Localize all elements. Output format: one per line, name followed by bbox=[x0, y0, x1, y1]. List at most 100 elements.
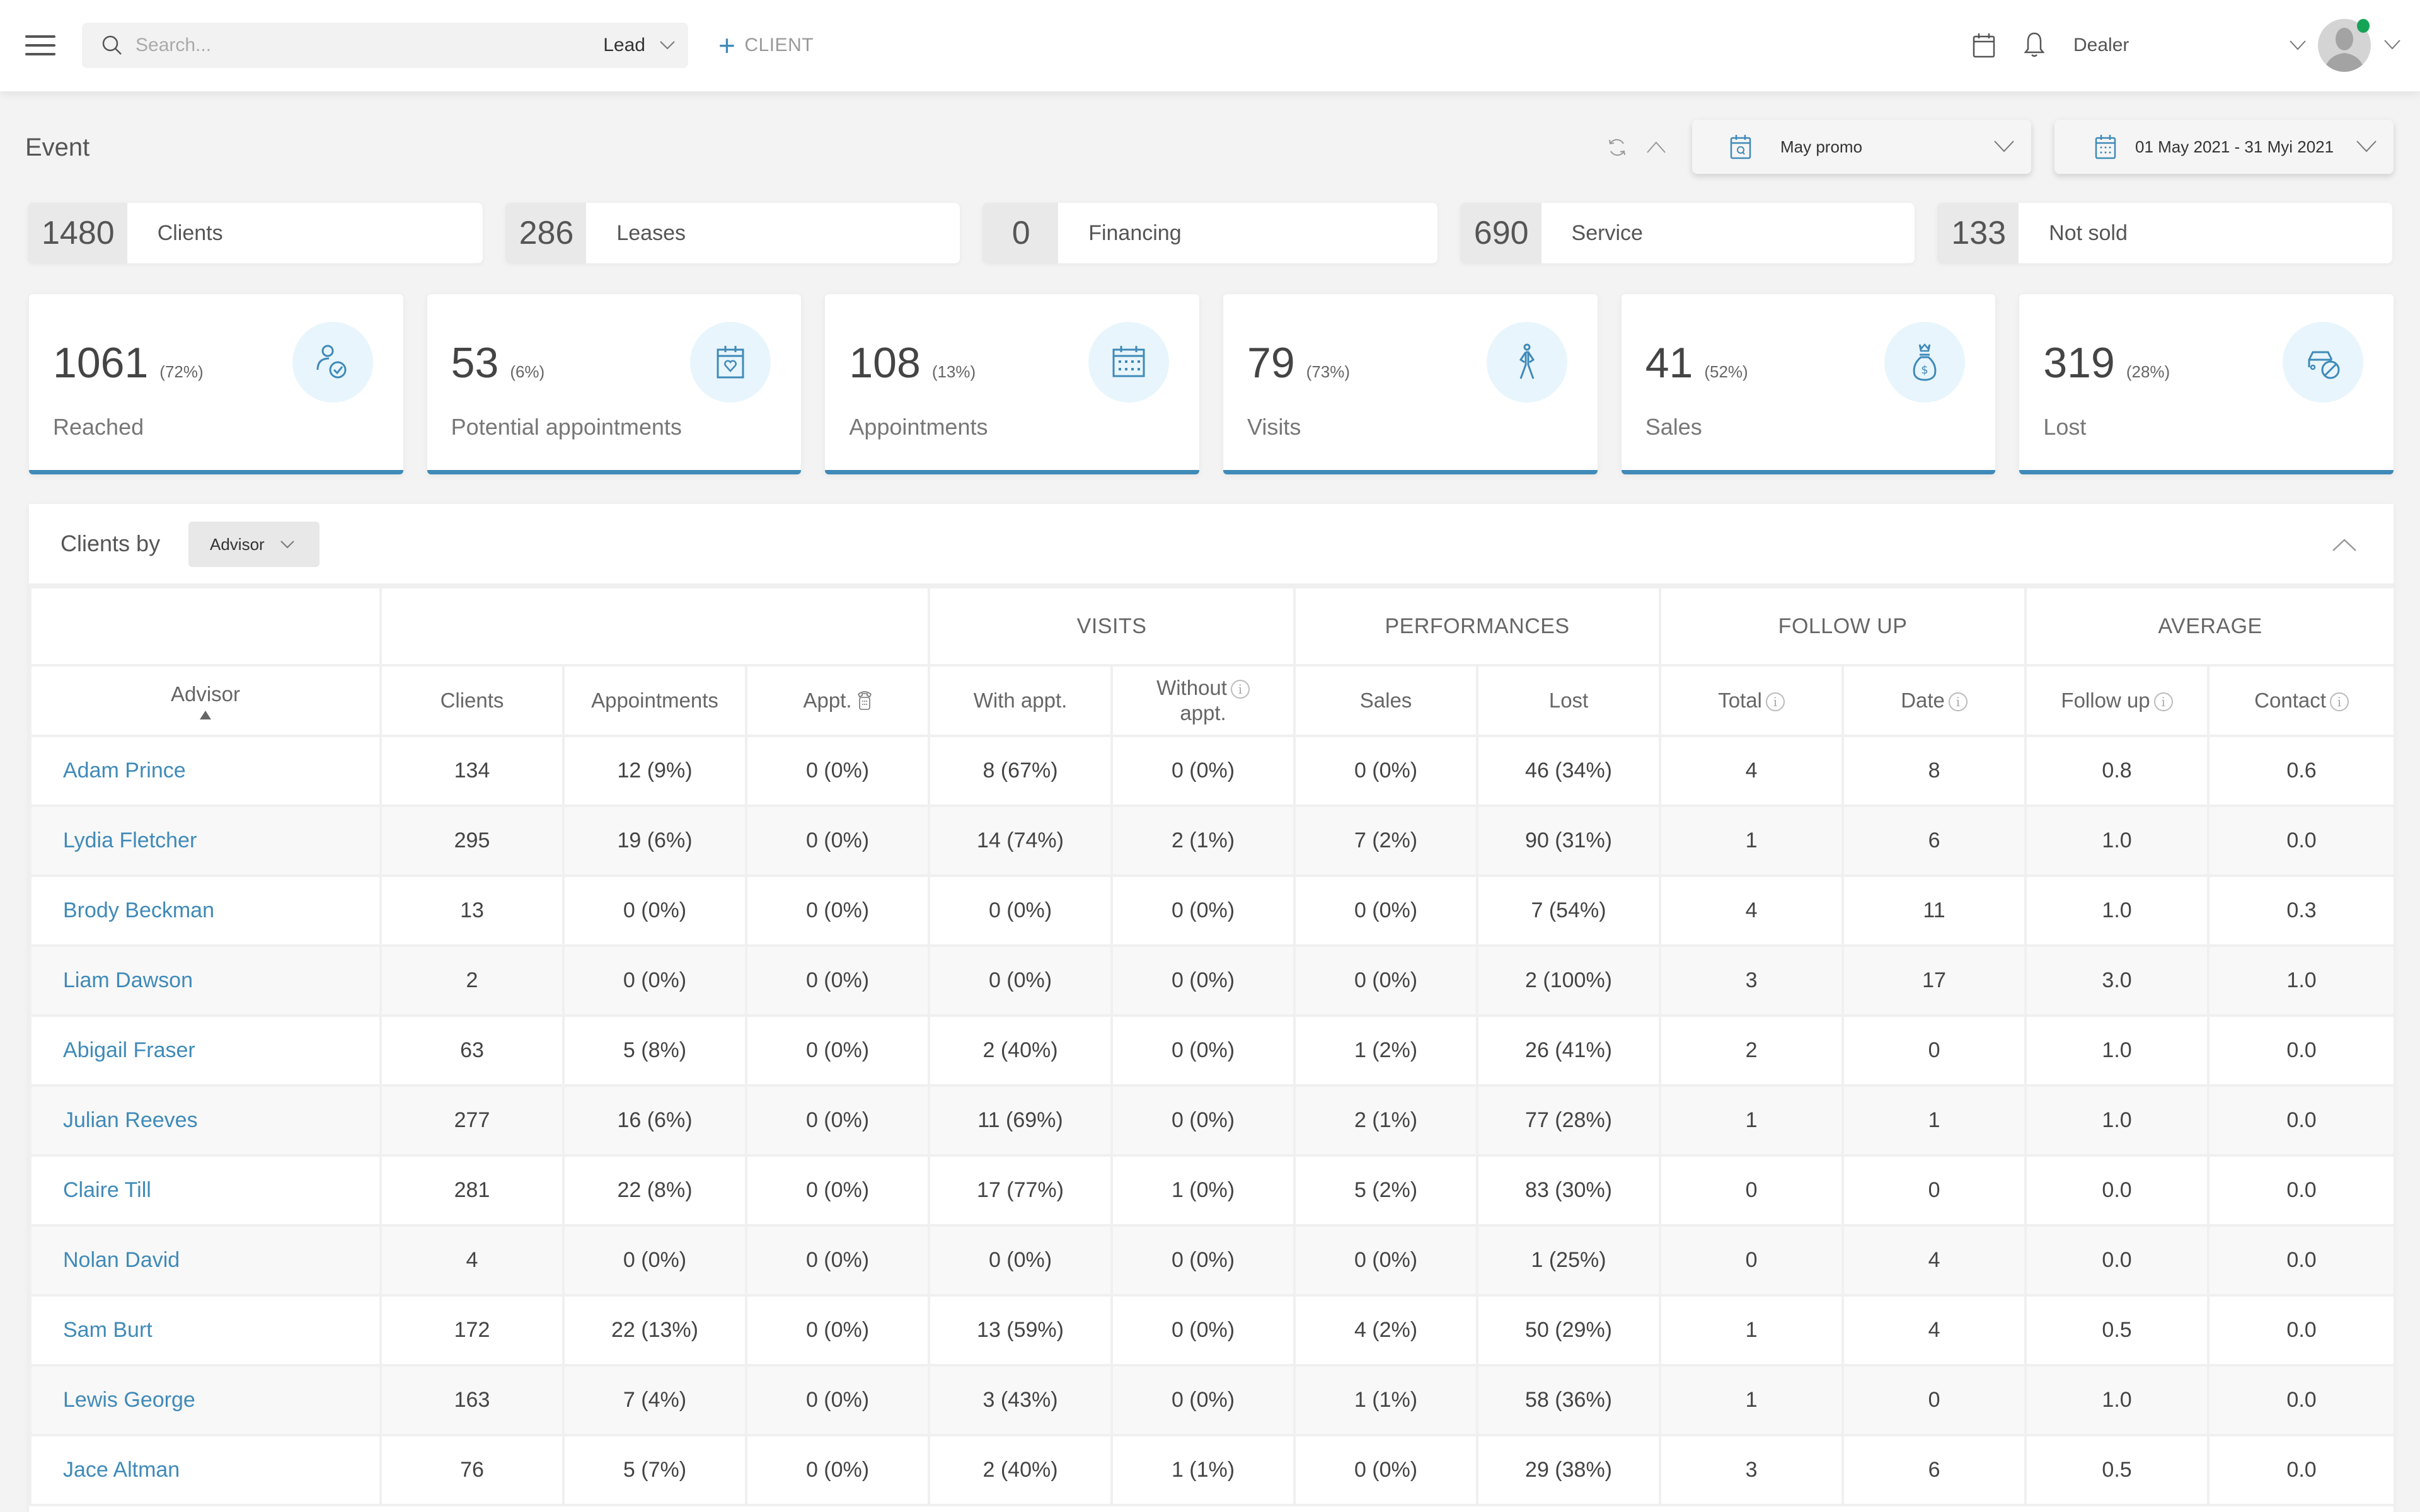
cell-lost: 1 (25%) bbox=[1476, 1224, 1662, 1297]
cell-with-appt: 8 (67%) bbox=[928, 735, 1114, 807]
advisor-name-link[interactable]: Abigail Fraser bbox=[29, 1014, 382, 1087]
table-row: Julian Reeves 277 16 (6%) 0 (0%) 11 (69%) 0 (… bbox=[29, 1084, 2394, 1157]
dealer-select[interactable]: Dealer bbox=[2073, 26, 2307, 64]
cell-without-appt: 2 (1%) bbox=[1110, 805, 1296, 877]
cell-with-appt: 0 (0%) bbox=[928, 1224, 1114, 1297]
cell-lost: 83 (30%) bbox=[1476, 1154, 1662, 1227]
column-header-appointments[interactable]: Appointments bbox=[562, 664, 747, 737]
cell-avg-follow-up: 1.0 bbox=[2024, 874, 2210, 947]
advisor-name-link[interactable]: Sam Burt bbox=[29, 1294, 382, 1366]
cell-without-appt: 1 (0%) bbox=[1110, 1154, 1296, 1227]
column-header-appt-phone[interactable]: Appt. bbox=[744, 664, 931, 737]
clients-table-card: Clients by Advisor VISITS PERFORMANCES F… bbox=[29, 504, 2394, 1512]
advisor-name-link[interactable]: Lydia Fletcher bbox=[29, 805, 382, 877]
cell-clients: 134 bbox=[379, 735, 565, 807]
kpi-percent: (52%) bbox=[1704, 362, 1748, 381]
column-header-total[interactable]: Total i bbox=[1659, 664, 1845, 737]
search-scope-select[interactable]: Lead bbox=[603, 32, 676, 59]
cell-avg-follow-up: 1.0 bbox=[2024, 805, 2210, 877]
column-label: Total bbox=[1718, 689, 1762, 712]
add-client-button[interactable]: + CLIENT bbox=[718, 28, 814, 63]
column-header-advisor[interactable]: Advisor bbox=[29, 664, 382, 737]
cell-avg-follow-up: 0.5 bbox=[2024, 1294, 2210, 1366]
kpi-card-lost[interactable]: 319 (28%) Lost bbox=[2019, 294, 2394, 474]
cell-sales: 0 (0%) bbox=[1293, 1224, 1479, 1297]
column-header-avg-contact[interactable]: Contact i bbox=[2207, 664, 2394, 737]
cell-clients: 295 bbox=[379, 805, 565, 877]
cell-follow-up-date: 6 bbox=[1841, 1434, 2027, 1506]
advisor-name-link[interactable]: Brody Beckman bbox=[29, 874, 382, 947]
pill-value: 133 bbox=[1951, 215, 2007, 251]
kpi-card-visits[interactable]: 79 (73%) Visits bbox=[1223, 294, 1598, 474]
group-header-empty bbox=[29, 586, 382, 667]
search-input[interactable] bbox=[135, 32, 577, 59]
cell-avg-contact: 0.0 bbox=[2207, 1014, 2394, 1087]
cell-appointments: 7 (4%) bbox=[562, 1364, 747, 1436]
kpi-label: Potential appointments bbox=[451, 414, 682, 440]
cell-clients: 172 bbox=[379, 1294, 565, 1366]
kpi-card-potential-appointments[interactable]: 53 (6%) Potential appointments bbox=[427, 294, 802, 474]
kpi-label: Visits bbox=[1247, 414, 1301, 440]
cell-appt-phone: 0 (0%) bbox=[744, 874, 931, 947]
column-label: Date bbox=[1901, 689, 1945, 712]
pill-label: Leases bbox=[586, 203, 960, 263]
cell-avg-follow-up: 1.0 bbox=[2024, 1014, 2210, 1087]
calendar-grid-icon bbox=[1112, 346, 1145, 377]
kpi-value: 41 bbox=[1645, 339, 1693, 387]
pill-value: 690 bbox=[1473, 215, 1529, 251]
table-row: Adam Prince 134 12 (9%) 0 (0%) 8 (67%) 0 (0%)… bbox=[29, 735, 2394, 807]
bell-icon[interactable] bbox=[2023, 32, 2046, 58]
advisor-name-link[interactable]: Jace Altman bbox=[29, 1434, 382, 1506]
table-title: Clients by bbox=[60, 530, 161, 556]
cell-avg-contact: 0.0 bbox=[2207, 1224, 2394, 1297]
column-header-clients[interactable]: Clients bbox=[379, 664, 565, 737]
info-icon[interactable]: i bbox=[1948, 692, 1968, 711]
kpi-card-appointments[interactable]: 108 (13%) Appointments bbox=[825, 294, 1200, 474]
cell-sales: 1 (1%) bbox=[1293, 1364, 1479, 1436]
advisor-name-link[interactable]: Adam Prince bbox=[29, 735, 382, 807]
column-header-sales[interactable]: Sales bbox=[1293, 664, 1479, 737]
cell-clients: 76 bbox=[379, 1434, 565, 1506]
campaign-select[interactable]: May promo bbox=[1692, 120, 2031, 174]
group-by-select[interactable]: Advisor bbox=[188, 522, 320, 567]
cell-follow-up-date: 1 bbox=[1841, 1084, 2027, 1157]
info-icon[interactable]: i bbox=[1765, 692, 1785, 711]
pill-service: 690 Service bbox=[1460, 203, 1915, 263]
cell-sales: 4 (2%) bbox=[1293, 1294, 1479, 1366]
pill-value: 286 bbox=[519, 215, 574, 251]
pill-value: 0 bbox=[1011, 215, 1030, 251]
calendar-icon bbox=[2095, 135, 2116, 159]
chevron-up-icon[interactable] bbox=[2332, 538, 2357, 552]
info-icon[interactable]: i bbox=[2329, 692, 2349, 711]
cell-appt-phone: 0 (0%) bbox=[744, 944, 931, 1017]
advisor-name-link[interactable]: Claire Till bbox=[29, 1154, 382, 1227]
chevron-up-icon[interactable] bbox=[1646, 139, 1666, 155]
cell-with-appt: 17 (77%) bbox=[928, 1154, 1114, 1227]
column-header-avg-follow-up[interactable]: Follow up i bbox=[2024, 664, 2210, 737]
kpi-card-sales[interactable]: 41 (52%) Sales $ bbox=[1621, 294, 1996, 474]
advisor-name-link[interactable]: Nolan David bbox=[29, 1224, 382, 1297]
group-by-value: Advisor bbox=[210, 534, 265, 554]
dealer-label: Dealer bbox=[2073, 35, 2129, 55]
column-header-date[interactable]: Date i bbox=[1841, 664, 2027, 737]
column-header-lost[interactable]: Lost bbox=[1476, 664, 1662, 737]
advisor-name-link[interactable]: Julian Reeves bbox=[29, 1084, 382, 1157]
info-icon[interactable]: i bbox=[1230, 680, 1250, 699]
cell-follow-up-total: 1 bbox=[1659, 1294, 1845, 1366]
cell-sales: 2 (1%) bbox=[1293, 1084, 1479, 1157]
cell-follow-up-total: 1 bbox=[1659, 1364, 1845, 1436]
chevron-down-icon[interactable] bbox=[2383, 39, 2401, 50]
refresh-icon[interactable] bbox=[1606, 136, 1628, 159]
advisor-name-link[interactable]: Liam Dawson bbox=[29, 944, 382, 1017]
advisor-name-link[interactable]: Lewis George bbox=[29, 1364, 382, 1436]
info-icon[interactable]: i bbox=[2153, 692, 2173, 711]
kpi-card-reached[interactable]: 1061 (72%) Reached bbox=[29, 294, 403, 474]
date-range-select[interactable]: 01 May 2021 - 31 Myi 2021 bbox=[2054, 120, 2394, 174]
cell-sales: 1 (2%) bbox=[1293, 1014, 1479, 1087]
calendar-icon[interactable] bbox=[1973, 33, 1995, 58]
column-header-with-appt[interactable]: With appt. bbox=[928, 664, 1114, 737]
sort-ascending-icon bbox=[200, 711, 211, 719]
menu-icon[interactable] bbox=[25, 35, 55, 57]
column-header-without-appt[interactable]: Without i appt. bbox=[1110, 664, 1296, 737]
cell-follow-up-total: 0 bbox=[1659, 1224, 1845, 1297]
